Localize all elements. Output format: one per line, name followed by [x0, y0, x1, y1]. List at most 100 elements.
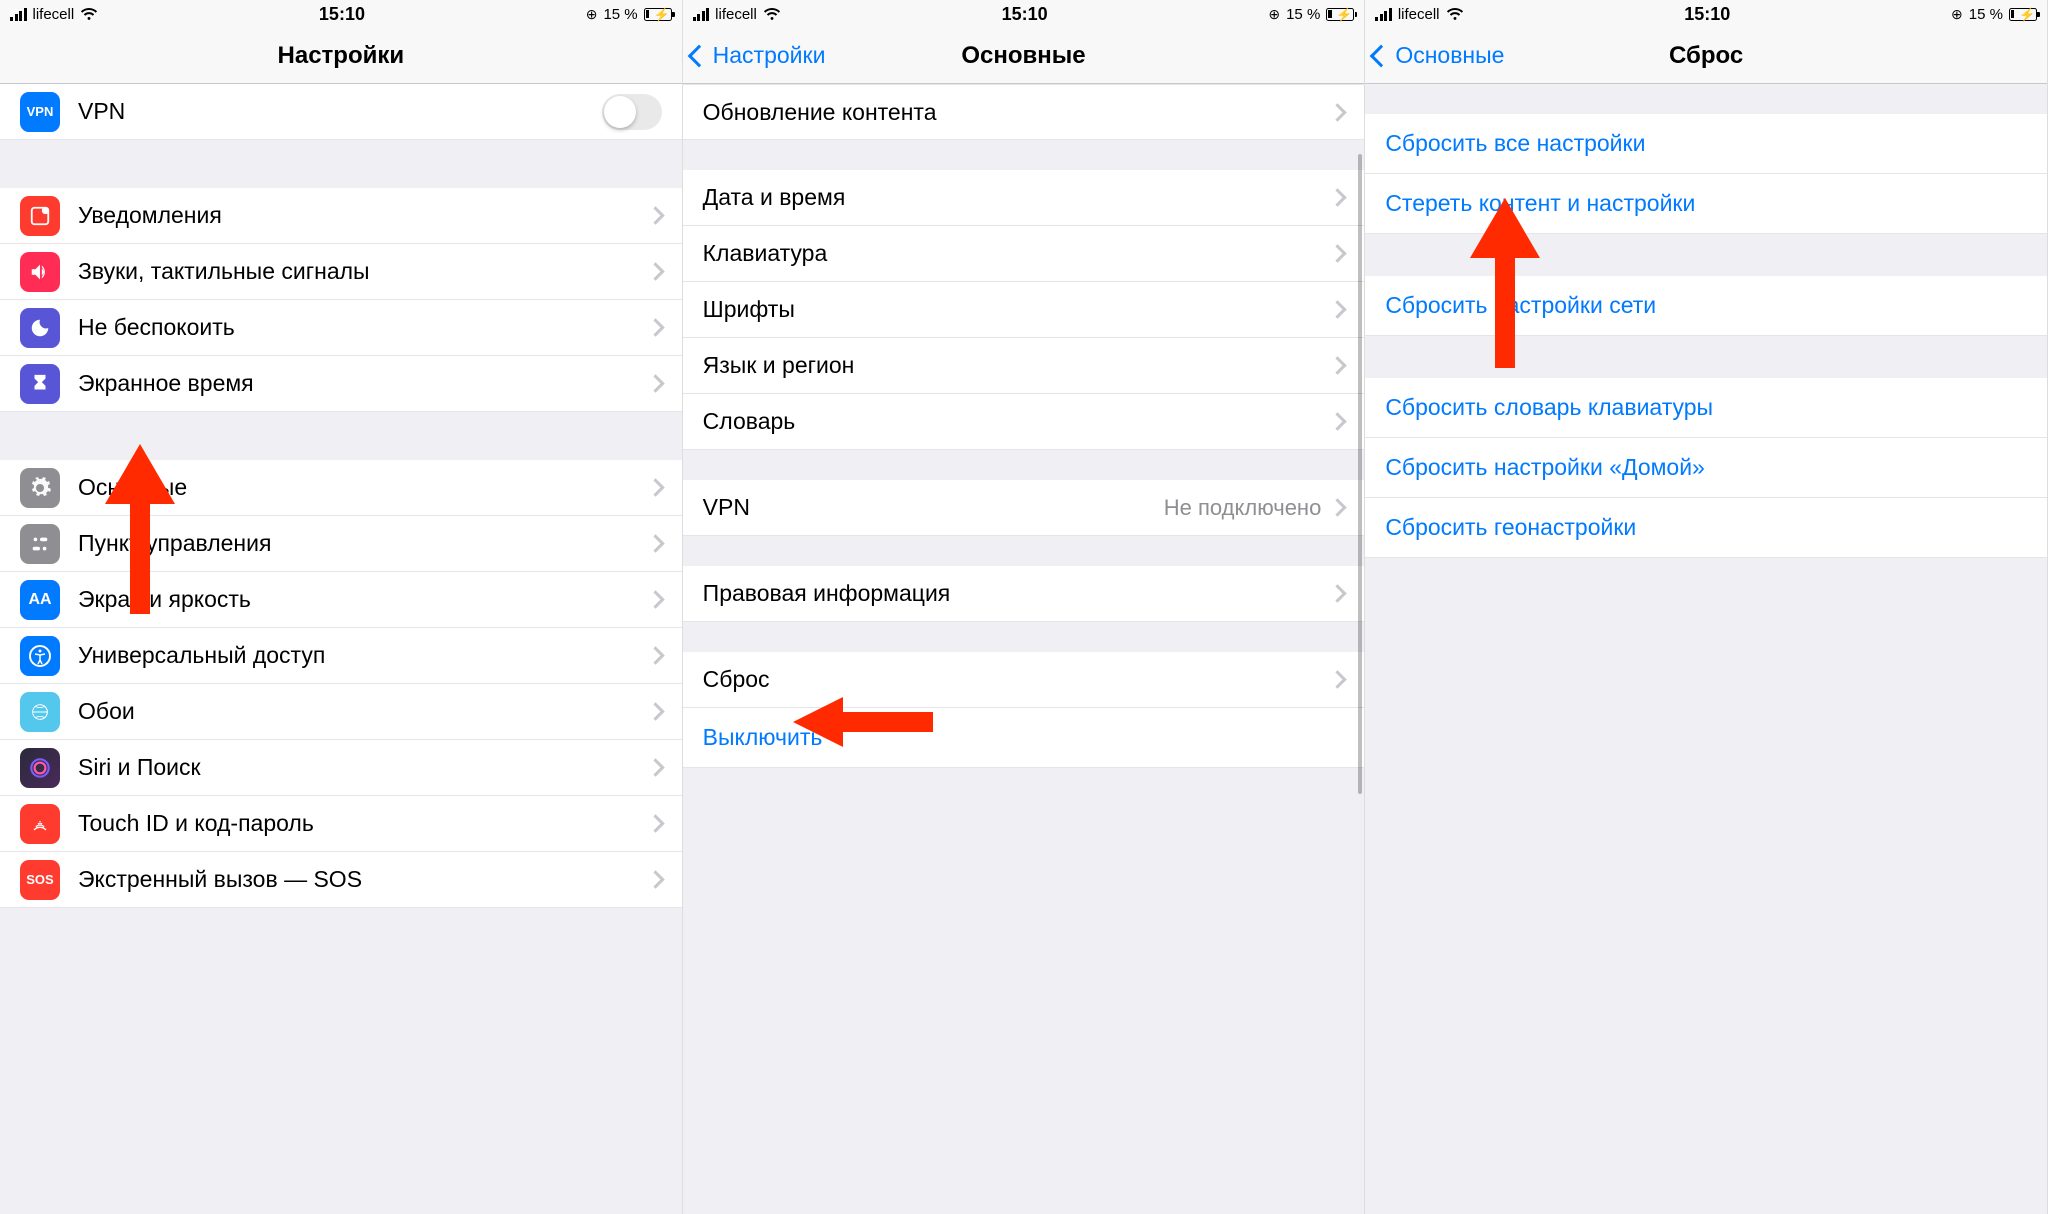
row-reset-home[interactable]: Сбросить настройки «Домой» — [1365, 438, 2047, 498]
row-accessibility[interactable]: Универсальный доступ — [0, 628, 682, 684]
nav-header: Основные Сброс — [1365, 28, 2047, 84]
row-label: Звуки, тактильные сигналы — [78, 258, 649, 285]
row-general[interactable]: Основные — [0, 460, 682, 516]
carrier-label: lifecell — [1398, 6, 1440, 23]
chevron-right-icon — [1329, 356, 1347, 374]
row-label: Экстренный вызов — SOS — [78, 866, 649, 893]
status-bar: lifecell 15:10 ⊕ 15 % ⚡ — [1365, 0, 2047, 28]
row-touchid[interactable]: Touch ID и код-пароль — [0, 796, 682, 852]
row-label: VPN — [703, 494, 1164, 521]
nav-back-label: Настройки — [713, 42, 826, 69]
row-control-center[interactable]: Пункт управления — [0, 516, 682, 572]
row-shutdown[interactable]: Выключить — [683, 708, 1365, 768]
chevron-right-icon — [646, 646, 664, 664]
notifications-icon — [20, 196, 60, 236]
vpn-icon: VPN — [20, 92, 60, 132]
siri-icon — [20, 748, 60, 788]
chevron-right-icon — [646, 702, 664, 720]
row-label: Сбросить настройки «Домой» — [1385, 454, 2027, 481]
chevron-right-icon — [1329, 584, 1347, 602]
chevron-right-icon — [1329, 670, 1347, 688]
row-label: Touch ID и код-пароль — [78, 810, 649, 837]
signal-bars-icon — [1375, 7, 1392, 21]
chevron-right-icon — [1329, 412, 1347, 430]
row-keyboard[interactable]: Клавиатура — [683, 226, 1365, 282]
row-label: Словарь — [703, 408, 1332, 435]
row-reset-location[interactable]: Сбросить геонастройки — [1365, 498, 2047, 558]
row-siri[interactable]: Siri и Поиск — [0, 740, 682, 796]
row-legal[interactable]: Правовая информация — [683, 566, 1365, 622]
row-label: Стереть контент и настройки — [1385, 190, 2027, 217]
chevron-right-icon — [646, 814, 664, 832]
general-icon — [20, 468, 60, 508]
status-bar: lifecell 15:10 ⊕ 15 % ⚡ — [0, 0, 682, 28]
vpn-toggle[interactable] — [602, 94, 662, 130]
orientation-lock-icon: ⊕ — [586, 6, 598, 23]
row-language[interactable]: Язык и регион — [683, 338, 1365, 394]
scroll-indicator[interactable] — [1358, 154, 1362, 794]
carrier-label: lifecell — [715, 6, 757, 23]
row-reset-all-settings[interactable]: Сбросить все настройки — [1365, 114, 2047, 174]
battery-percent: 15 % — [603, 6, 637, 23]
row-content-update[interactable]: Обновление контента — [683, 84, 1365, 140]
wallpaper-icon — [20, 692, 60, 732]
row-label: Не беспокоить — [78, 314, 649, 341]
nav-back-label: Основные — [1395, 42, 1504, 69]
row-display[interactable]: AA Экран и яркость — [0, 572, 682, 628]
row-notifications[interactable]: Уведомления — [0, 188, 682, 244]
pane-reset: lifecell 15:10 ⊕ 15 % ⚡ Основные Сброс С… — [1365, 0, 2048, 1214]
signal-bars-icon — [693, 7, 710, 21]
row-label: Выключить — [703, 724, 1345, 751]
battery-percent: 15 % — [1286, 6, 1320, 23]
row-vpn[interactable]: VPN VPN — [0, 84, 682, 140]
chevron-right-icon — [646, 758, 664, 776]
nav-back-button[interactable]: Основные — [1365, 42, 1504, 69]
row-label: Пункт управления — [78, 530, 649, 557]
row-label: Экран и яркость — [78, 586, 649, 613]
row-label: Правовая информация — [703, 580, 1332, 607]
row-reset-network[interactable]: Сбросить настройки сети — [1365, 276, 2047, 336]
row-label: Сбросить настройки сети — [1385, 292, 2027, 319]
chevron-right-icon — [1329, 244, 1347, 262]
row-label: Язык и регион — [703, 352, 1332, 379]
row-label: Обновление контента — [703, 99, 1332, 126]
chevron-right-icon — [646, 206, 664, 224]
chevron-right-icon — [1329, 103, 1347, 121]
status-time: 15:10 — [1002, 4, 1048, 25]
chevron-right-icon — [646, 374, 664, 392]
chevron-right-icon — [646, 478, 664, 496]
chevron-back-icon — [687, 44, 710, 67]
row-label: Siri и Поиск — [78, 754, 649, 781]
battery-percent: 15 % — [1969, 6, 2003, 23]
reset-list[interactable]: Сбросить все настройки Стереть контент и… — [1365, 84, 2047, 1214]
battery-icon: ⚡ — [644, 8, 672, 21]
orientation-lock-icon: ⊕ — [1268, 6, 1280, 23]
status-time: 15:10 — [319, 4, 365, 25]
row-date-time[interactable]: Дата и время — [683, 170, 1365, 226]
row-screentime[interactable]: Экранное время — [0, 356, 682, 412]
row-vpn-status[interactable]: VPN Не подключено — [683, 480, 1365, 536]
row-wallpaper[interactable]: Обои — [0, 684, 682, 740]
row-reset[interactable]: Сброс — [683, 652, 1365, 708]
row-fonts[interactable]: Шрифты — [683, 282, 1365, 338]
row-sos[interactable]: SOS Экстренный вызов — SOS — [0, 852, 682, 908]
row-value: Не подключено — [1164, 495, 1322, 521]
settings-list[interactable]: VPN VPN Уведомления Звуки, тактильные си… — [0, 84, 682, 1214]
signal-bars-icon — [10, 7, 27, 21]
row-dictionary[interactable]: Словарь — [683, 394, 1365, 450]
general-list[interactable]: Обновление контента Дата и время Клавиат… — [683, 84, 1365, 1214]
row-dnd[interactable]: Не беспокоить — [0, 300, 682, 356]
row-erase-all[interactable]: Стереть контент и настройки — [1365, 174, 2047, 234]
nav-header: Настройки — [0, 28, 682, 84]
sounds-icon — [20, 252, 60, 292]
nav-title: Настройки — [0, 42, 682, 70]
nav-back-button[interactable]: Настройки — [683, 42, 826, 69]
chevron-right-icon — [646, 318, 664, 336]
control-center-icon — [20, 524, 60, 564]
row-label: Шрифты — [703, 296, 1332, 323]
row-reset-keyboard-dict[interactable]: Сбросить словарь клавиатуры — [1365, 378, 2047, 438]
battery-icon: ⚡ — [2009, 8, 2037, 21]
screentime-icon — [20, 364, 60, 404]
chevron-right-icon — [1329, 498, 1347, 516]
row-sounds[interactable]: Звуки, тактильные сигналы — [0, 244, 682, 300]
